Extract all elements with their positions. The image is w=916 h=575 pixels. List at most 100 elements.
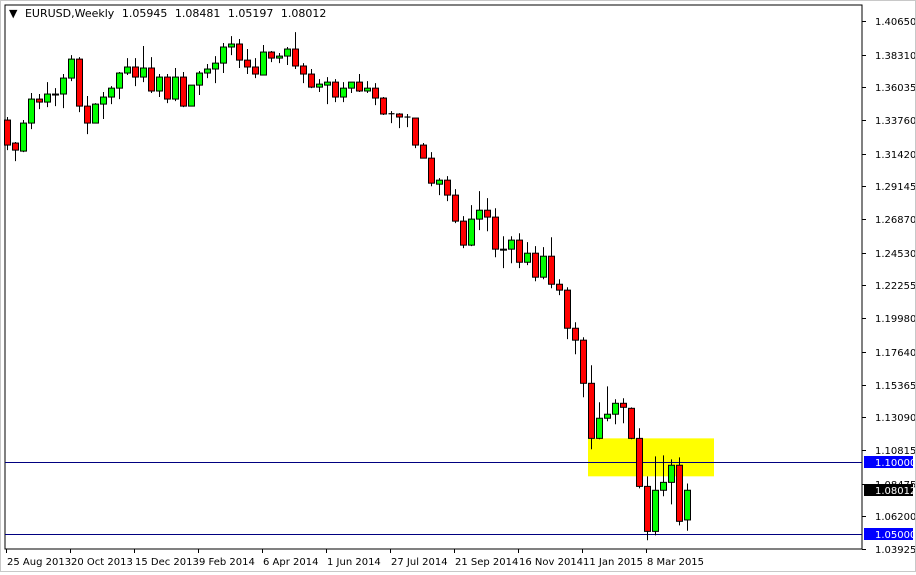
- candle-body: [516, 239, 523, 263]
- y-axis-tick-label: 1.22255: [875, 281, 915, 292]
- candle: [292, 32, 299, 70]
- candle-body: [228, 43, 235, 48]
- candle-body: [396, 113, 403, 118]
- candle: [132, 58, 139, 87]
- candle: [492, 208, 499, 258]
- candle-body: [68, 58, 75, 79]
- candle-body: [604, 413, 611, 419]
- candle-body: [340, 87, 347, 98]
- candle: [364, 81, 371, 94]
- candle: [212, 56, 219, 84]
- candle-body: [468, 218, 475, 246]
- candle: [300, 63, 307, 84]
- x-axis-date-label: 20 Oct 2013: [71, 557, 133, 568]
- candle-body: [364, 87, 371, 92]
- candle-body: [324, 81, 331, 86]
- candle-body: [84, 105, 91, 124]
- ohlc-high: 1.08481: [174, 7, 221, 20]
- candle-body: [4, 119, 11, 146]
- candle: [604, 386, 611, 422]
- candle-body: [268, 51, 275, 59]
- y-axis-tick-label: 1.06200: [875, 512, 915, 523]
- candle: [412, 117, 419, 149]
- candle: [476, 191, 483, 231]
- candle-body: [116, 72, 123, 89]
- support-resistance-zone[interactable]: [588, 438, 714, 477]
- candle: [612, 399, 619, 425]
- candle-body: [652, 489, 659, 532]
- current-price-label: 1.08012: [875, 486, 915, 497]
- candle-body: [164, 76, 171, 100]
- candle: [308, 69, 315, 89]
- candle: [356, 74, 363, 93]
- candle-body: [356, 81, 363, 92]
- candle-body: [548, 255, 555, 285]
- ohlc-low: 1.05197: [227, 7, 274, 20]
- candle-body: [508, 239, 515, 250]
- candle: [92, 103, 99, 124]
- candle-body: [76, 58, 83, 107]
- candle-body: [300, 65, 307, 75]
- price-chart[interactable]: 1.40650 1.38310 1.36035 1.33760 1.31420 1.291…: [1, 1, 916, 571]
- candle: [188, 84, 195, 107]
- candle: [332, 79, 339, 103]
- candle: [500, 236, 507, 269]
- candle-body: [124, 66, 131, 74]
- candle: [556, 279, 563, 296]
- candle: [668, 459, 675, 505]
- candle: [196, 71, 203, 96]
- candle: [428, 152, 435, 187]
- candle-body: [572, 327, 579, 341]
- candle: [636, 428, 643, 489]
- chart-header: ▼ EURUSD,Weekly 1.05945 1.08481 1.05197 …: [9, 7, 330, 20]
- candle-body: [476, 209, 483, 220]
- y-axis-tick-label: 1.40650: [875, 17, 915, 28]
- ohlc-close: 1.08012: [280, 7, 327, 20]
- candle-body: [436, 179, 443, 185]
- candle: [404, 114, 411, 128]
- candle-body: [532, 252, 539, 278]
- y-axis-tick-label: 1.38310: [875, 51, 915, 62]
- candle: [676, 457, 683, 526]
- candle-body: [492, 216, 499, 250]
- candle: [60, 74, 67, 109]
- candle-body: [100, 96, 107, 105]
- candle: [372, 83, 379, 106]
- candle-body: [188, 84, 195, 107]
- y-axis-tick-label: 1.10815: [875, 446, 915, 457]
- candle-body: [580, 339, 587, 384]
- x-axis-date-label: 6 Apr 2014: [263, 557, 318, 568]
- candle-body: [588, 382, 595, 439]
- candle: [228, 36, 235, 56]
- dropdown-triangle-icon[interactable]: ▼: [9, 7, 17, 20]
- chart-window: 1.40650 1.38310 1.36035 1.33760 1.31420 1.291…: [0, 0, 916, 572]
- candle-body: [196, 72, 203, 86]
- candle: [116, 72, 123, 100]
- candle-body: [52, 93, 59, 96]
- y-axis-tick-label: 1.26870: [875, 215, 915, 226]
- candle: [236, 38, 243, 69]
- candle: [620, 398, 627, 424]
- candle: [588, 365, 595, 450]
- candle: [380, 97, 387, 116]
- candle: [460, 216, 467, 249]
- candle: [516, 233, 523, 269]
- candle: [316, 79, 323, 93]
- candle-body: [92, 103, 99, 124]
- candle: [532, 246, 539, 282]
- candle: [284, 47, 291, 65]
- candle: [468, 205, 475, 247]
- candle-body: [36, 98, 43, 103]
- candle-body: [612, 402, 619, 415]
- candle-body: [140, 67, 147, 78]
- candle-body: [172, 76, 179, 100]
- candle-body: [108, 87, 115, 98]
- candle: [76, 57, 83, 113]
- x-axis-date-label: 1 Jun 2014: [327, 557, 381, 568]
- candle-body: [660, 481, 667, 491]
- candle-body: [348, 81, 355, 89]
- candle-body: [156, 76, 163, 92]
- candle-body: [44, 93, 51, 103]
- candle-body: [20, 122, 27, 152]
- candle-body: [420, 144, 427, 159]
